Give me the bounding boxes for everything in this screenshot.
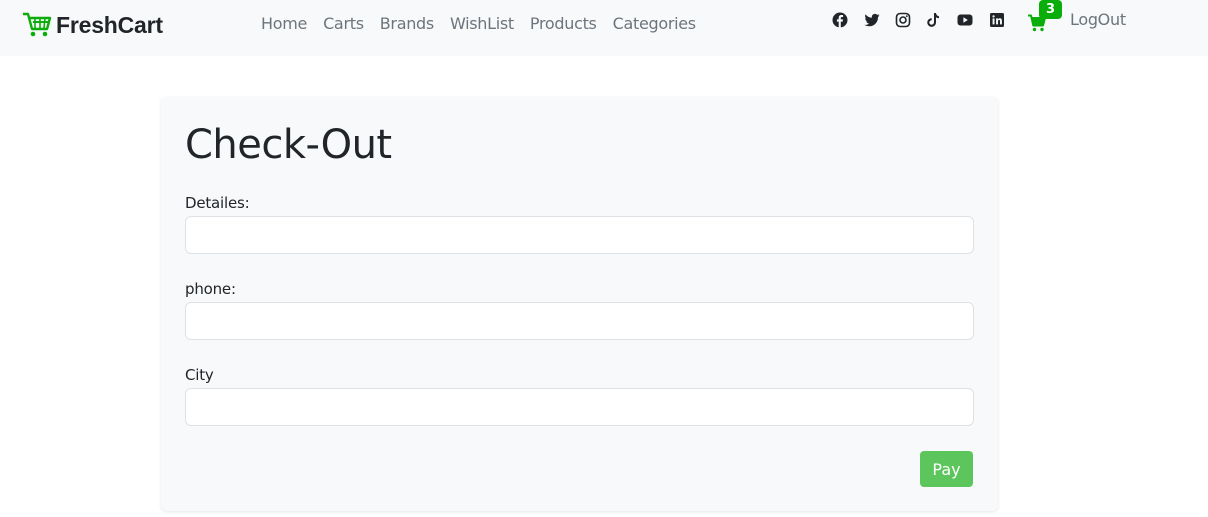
phone-input[interactable]: [185, 302, 974, 340]
details-label: Detailes:: [185, 194, 250, 212]
navbar: FreshCart Home Carts Brands WishList Pro…: [0, 0, 1208, 56]
nav-link-carts[interactable]: Carts: [323, 13, 364, 35]
cart-count-badge: 3: [1039, 0, 1062, 19]
youtube-icon[interactable]: [957, 12, 973, 28]
pay-button[interactable]: Pay: [920, 451, 973, 487]
brand-name: FreshCart: [56, 11, 163, 38]
city-label: City: [185, 366, 214, 384]
nav-link-products[interactable]: Products: [530, 13, 597, 35]
city-input[interactable]: [185, 388, 974, 426]
facebook-icon[interactable]: [832, 12, 848, 28]
linkedin-icon[interactable]: [989, 12, 1005, 28]
details-input[interactable]: [185, 216, 974, 254]
phone-label: phone:: [185, 280, 236, 298]
nav-links: Home Carts Brands WishList Products Cate…: [261, 13, 712, 35]
shopping-cart-logo-icon: [23, 12, 52, 37]
checkout-card: Check-Out Detailes: phone: City Pay: [161, 97, 998, 511]
tiktok-icon[interactable]: [925, 12, 941, 28]
page-title: Check-Out: [185, 122, 392, 168]
nav-link-home[interactable]: Home: [261, 13, 307, 35]
nav-link-brands[interactable]: Brands: [380, 13, 435, 35]
brand-logo[interactable]: FreshCart: [22, 11, 163, 39]
twitter-icon[interactable]: [864, 12, 880, 28]
nav-link-categories[interactable]: Categories: [613, 13, 697, 35]
logout-link[interactable]: LogOut: [1070, 9, 1126, 31]
nav-link-wishlist[interactable]: WishList: [450, 13, 514, 35]
instagram-icon[interactable]: [895, 12, 911, 28]
